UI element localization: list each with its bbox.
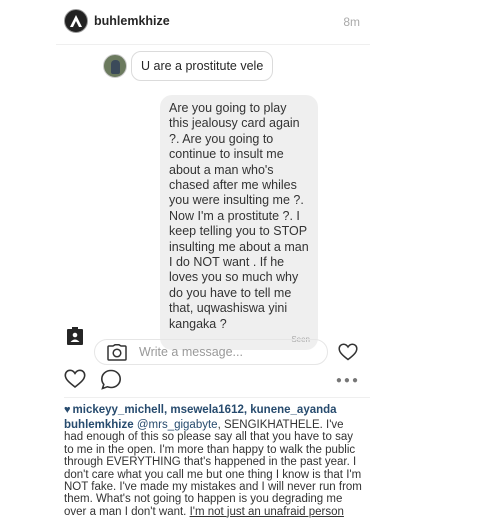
- caption-tail: I'm not just an unafraid person: [189, 505, 344, 518]
- likes-usernames[interactable]: mickeyy_michell, msewela1612, kunene_aya…: [73, 404, 337, 416]
- header-avatar[interactable]: [64, 9, 88, 33]
- incoming-message-text: U are a prostitute vele: [141, 59, 264, 73]
- like-heart-icon[interactable]: [64, 369, 86, 394]
- conversation-header: buhlemkhize 8m: [56, 0, 370, 45]
- likes-heart-icon: ♥: [64, 404, 71, 416]
- caption-username[interactable]: buhlemkhize: [64, 419, 134, 431]
- more-icon[interactable]: ●●●: [336, 375, 360, 386]
- caption-text: , SENGIKHATHELE. I've had enough of this…: [64, 419, 362, 518]
- like-message-heart-icon[interactable]: [338, 343, 358, 366]
- likes-line: ♥ mickeyy_michell, msewela1612, kunene_ay…: [64, 404, 337, 416]
- outgoing-message-bubble: Are you going to play this jealousy card…: [160, 95, 318, 351]
- comment-icon[interactable]: [100, 369, 122, 395]
- outgoing-message-text: Are you going to play this jealousy card…: [169, 101, 309, 331]
- camera-icon[interactable]: [107, 344, 127, 366]
- message-composer: [94, 339, 358, 366]
- post-action-bar: ●●●: [56, 368, 370, 394]
- sender-avatar[interactable]: [103, 54, 127, 78]
- post-caption: buhlemkhize @mrs_gigabyte, SENGIKHATHELE…: [64, 419, 364, 518]
- attachment-icon[interactable]: [66, 326, 84, 351]
- header-timestamp: 8m: [343, 15, 360, 29]
- caption-mention[interactable]: @mrs_gigabyte: [137, 419, 218, 431]
- message-input[interactable]: [139, 343, 289, 361]
- incoming-message-bubble: U are a prostitute vele: [131, 51, 274, 81]
- logo-icon: [70, 15, 82, 27]
- header-username[interactable]: buhlemkhize: [94, 14, 170, 28]
- divider: [64, 397, 370, 398]
- instagram-screen: buhlemkhize 8m U are a prostitute vele A…: [56, 0, 370, 518]
